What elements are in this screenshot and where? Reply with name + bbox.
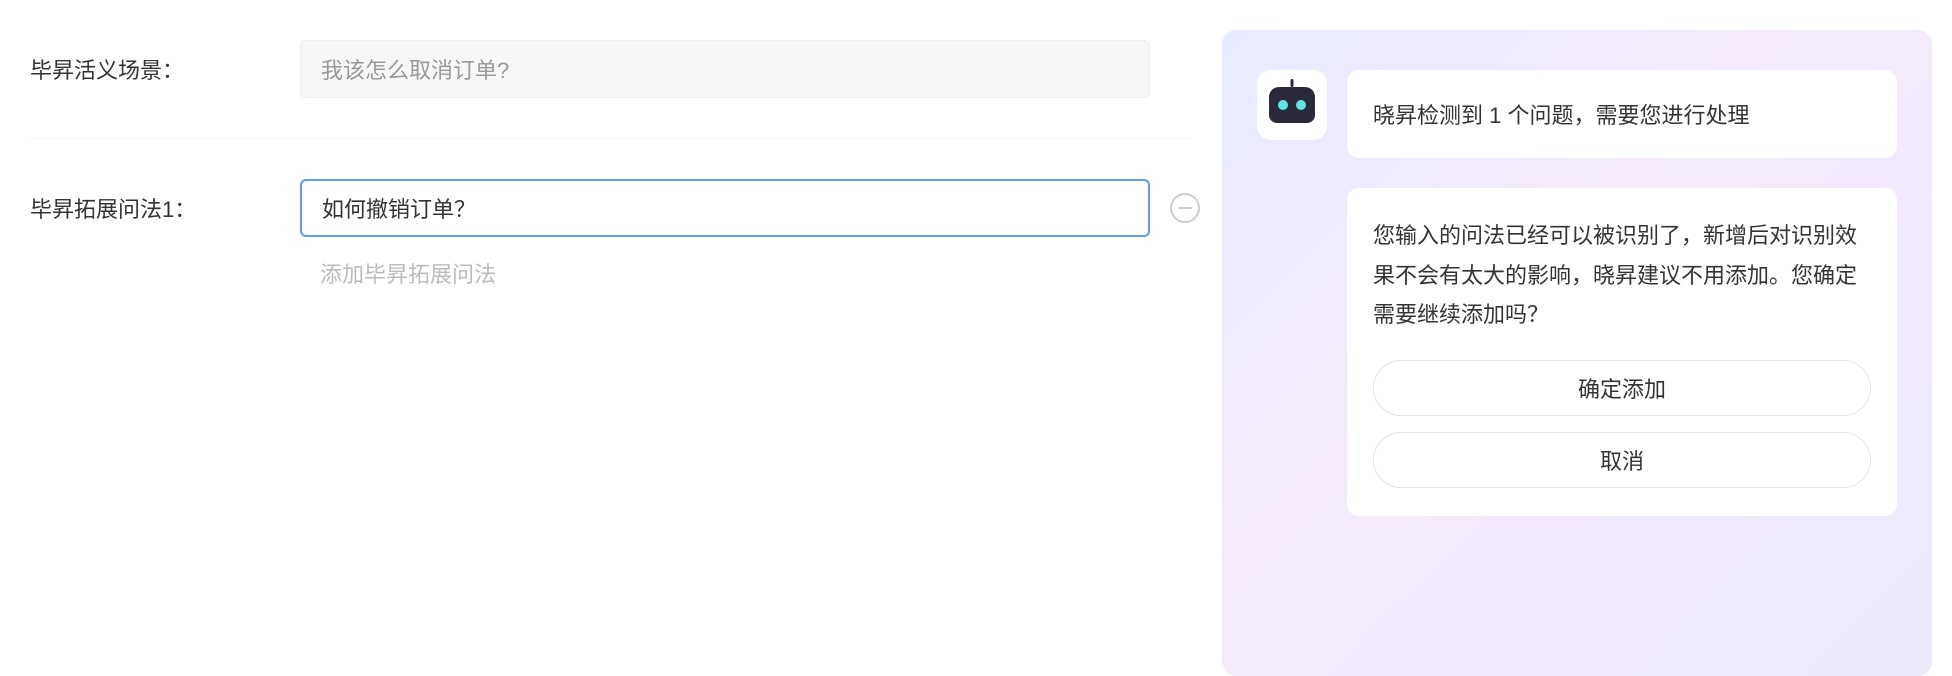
extension-1-input-wrapper bbox=[300, 179, 1150, 237]
extension-1-label: 毕昇拓展问法1： bbox=[30, 192, 300, 224]
add-extension-link[interactable]: 添加毕昇拓展问法 bbox=[300, 257, 496, 289]
assistant-title-card: 晓昇检测到 1 个问题，需要您进行处理 bbox=[1347, 70, 1897, 158]
assistant-body-card: 您输入的问法已经可以被识别了，新增后对识别效果不会有太大的影响，晓昇建议不用添加… bbox=[1347, 188, 1897, 516]
assistant-avatar bbox=[1257, 70, 1327, 140]
confirm-add-button[interactable]: 确定添加 bbox=[1373, 360, 1871, 416]
remove-extension-1-button[interactable] bbox=[1170, 193, 1200, 223]
robot-icon bbox=[1269, 87, 1315, 123]
assistant-message: 您输入的问法已经可以被识别了，新增后对识别效果不会有太大的影响，晓昇建议不用添加… bbox=[1373, 216, 1871, 335]
assistant-header: 晓昇检测到 1 个问题，需要您进行处理 bbox=[1257, 70, 1897, 158]
add-link-row: 添加毕昇拓展问法 bbox=[30, 257, 1192, 289]
scenario-input[interactable] bbox=[300, 40, 1150, 98]
extension-1-input[interactable] bbox=[300, 179, 1150, 237]
cancel-button[interactable]: 取消 bbox=[1373, 432, 1871, 488]
scenario-label: 毕昇活义场景： bbox=[30, 53, 300, 85]
extension-row-1: 毕昇拓展问法1： bbox=[30, 179, 1192, 237]
scenario-row: 毕昇活义场景： bbox=[30, 40, 1192, 139]
scenario-input-wrapper bbox=[300, 40, 1150, 98]
assistant-panel: 晓昇检测到 1 个问题，需要您进行处理 您输入的问法已经可以被识别了，新增后对识… bbox=[1222, 30, 1932, 676]
form-section: 毕昇活义场景： 毕昇拓展问法1： 添加毕昇拓展问法 bbox=[0, 0, 1222, 676]
